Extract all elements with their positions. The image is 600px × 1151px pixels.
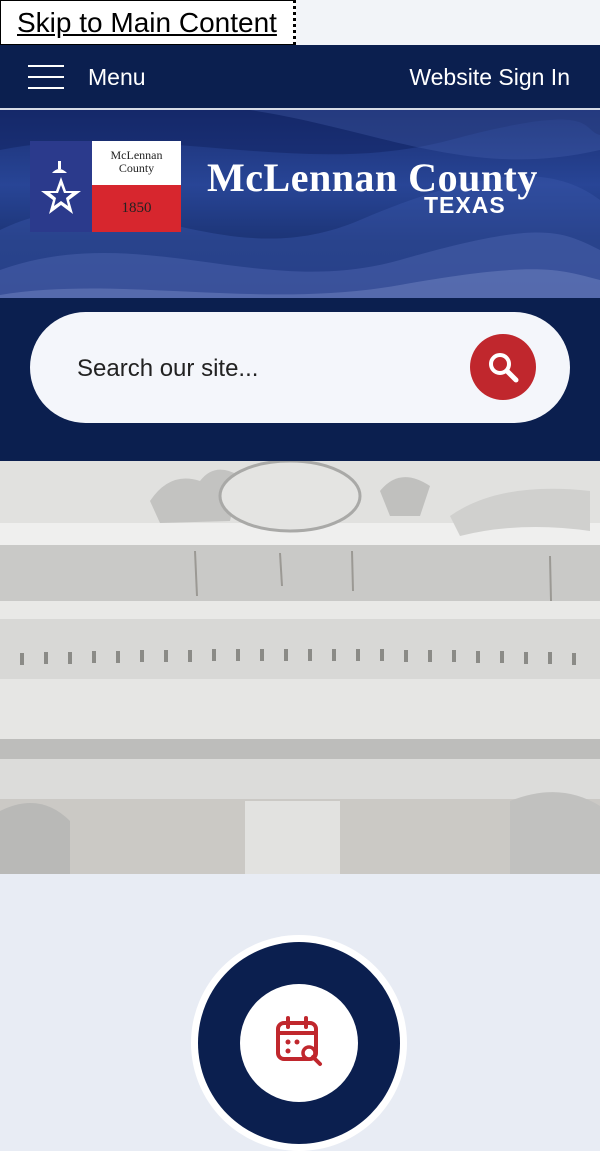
skip-to-main-link[interactable]: Skip to Main Content	[0, 0, 296, 45]
calendar-quick-link[interactable]	[191, 935, 407, 1151]
search-section	[0, 298, 600, 461]
logo-white-panel: McLennan County	[92, 141, 181, 185]
calendar-core	[240, 984, 358, 1102]
menu-button[interactable]: Menu	[28, 63, 146, 91]
star-icon	[41, 160, 81, 214]
search-icon	[489, 353, 519, 383]
website-sign-in-link[interactable]: Website Sign In	[409, 63, 570, 91]
search-box	[30, 312, 570, 423]
logo-name-line-2: County	[118, 161, 155, 175]
top-navigation-bar: Menu Website Sign In	[0, 45, 600, 110]
courthouse-cornice-illustration	[0, 461, 600, 874]
header-banner: McLennan County 1850 McLennan County TEX…	[0, 110, 600, 298]
hamburger-icon	[28, 65, 64, 89]
search-button[interactable]	[470, 334, 536, 400]
menu-label: Menu	[88, 63, 146, 90]
skip-bar: Skip to Main Content	[0, 0, 600, 45]
calendar-search-icon	[276, 1016, 322, 1066]
quick-links-section	[0, 874, 600, 1151]
calendar-ring	[198, 942, 400, 1144]
county-seal-logo[interactable]: McLennan County 1850	[30, 141, 181, 232]
logo-blue-panel	[30, 141, 92, 232]
logo-year: 1850	[92, 185, 181, 232]
state-subtitle: TEXAS	[424, 192, 506, 218]
hero-courthouse-image	[0, 461, 600, 874]
search-input[interactable]	[75, 348, 459, 390]
